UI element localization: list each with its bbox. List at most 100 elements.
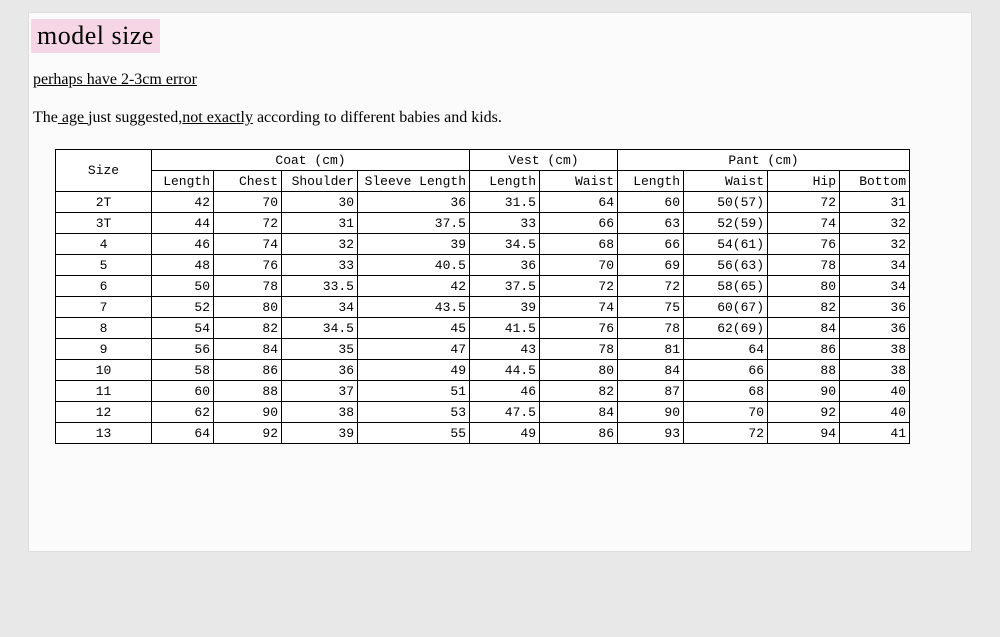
col-group-coat: Coat (cm) [152,150,470,171]
table-row: 8548234.54541.5767862(69)8436 [56,318,910,339]
cell-value: 45 [358,318,470,339]
table-header-row-groups: Size Coat (cm) Vest (cm) Pant (cm) [56,150,910,171]
col-group-vest: Vest (cm) [470,150,618,171]
size-table: Size Coat (cm) Vest (cm) Pant (cm) Lengt… [55,149,910,444]
cell-value: 54 [152,318,214,339]
cell-value: 36 [358,192,470,213]
page-title: model size [31,19,160,53]
cell-value: 70 [684,402,768,423]
document-page: model size perhaps have 2-3cm error The … [28,12,972,552]
cell-value: 39 [358,234,470,255]
cell-value: 36 [840,297,910,318]
cell-value: 32 [840,234,910,255]
cell-value: 88 [768,360,840,381]
cell-value: 44.5 [470,360,540,381]
cell-value: 48 [152,255,214,276]
cell-value: 62 [152,402,214,423]
col-group-pant: Pant (cm) [618,150,910,171]
cell-value: 36 [470,255,540,276]
cell-value: 84 [214,339,282,360]
cell-value: 40 [840,402,910,423]
cell-value: 86 [214,360,282,381]
cell-value: 86 [768,339,840,360]
cell-value: 90 [618,402,684,423]
cell-value: 74 [540,297,618,318]
cell-value: 64 [152,423,214,444]
cell-value: 68 [540,234,618,255]
cell-value: 75 [618,297,684,318]
cell-value: 31 [840,192,910,213]
col-size: Size [56,150,152,192]
cell-value: 49 [470,423,540,444]
cell-value: 47.5 [470,402,540,423]
cell-value: 66 [540,213,618,234]
cell-value: 92 [214,423,282,444]
cell-value: 78 [214,276,282,297]
cell-value: 32 [840,213,910,234]
cell-value: 68 [684,381,768,402]
cell-value: 31 [282,213,358,234]
cell-value: 51 [358,381,470,402]
cell-value: 34 [840,276,910,297]
cell-value: 80 [214,297,282,318]
cell-value: 60 [152,381,214,402]
cell-value: 54(61) [684,234,768,255]
cell-value: 33.5 [282,276,358,297]
note-age-part: The [33,109,58,126]
note-age-part: just suggested, [88,109,182,126]
cell-value: 60 [618,192,684,213]
cell-value: 80 [540,360,618,381]
cell-value: 33 [470,213,540,234]
cell-value: 90 [214,402,282,423]
cell-value: 37.5 [358,213,470,234]
cell-value: 69 [618,255,684,276]
cell-value: 78 [540,339,618,360]
cell-value: 34 [282,297,358,318]
cell-value: 64 [540,192,618,213]
cell-value: 78 [618,318,684,339]
cell-value: 56(63) [684,255,768,276]
cell-value: 66 [618,234,684,255]
cell-value: 70 [540,255,618,276]
cell-value: 80 [768,276,840,297]
cell-value: 78 [768,255,840,276]
cell-value: 41.5 [470,318,540,339]
cell-value: 37.5 [470,276,540,297]
table-row: 956843547437881648638 [56,339,910,360]
table-row: 44674323934.5686654(61)7632 [56,234,910,255]
cell-value: 84 [768,318,840,339]
cell-value: 66 [684,360,768,381]
cell-value: 35 [282,339,358,360]
cell-size: 9 [56,339,152,360]
cell-value: 62(69) [684,318,768,339]
col-pant-length: Length [618,171,684,192]
cell-value: 84 [618,360,684,381]
table-row: 105886364944.58084668838 [56,360,910,381]
cell-size: 13 [56,423,152,444]
cell-value: 58(65) [684,276,768,297]
table-row: 6507833.54237.5727258(65)8034 [56,276,910,297]
cell-value: 76 [768,234,840,255]
cell-value: 36 [840,318,910,339]
cell-value: 46 [470,381,540,402]
note-error: perhaps have 2-3cm error [33,71,971,89]
cell-value: 30 [282,192,358,213]
cell-value: 72 [540,276,618,297]
cell-value: 33 [282,255,358,276]
note-age-underline: not exactly [182,109,253,126]
cell-value: 37 [282,381,358,402]
cell-value: 86 [540,423,618,444]
cell-value: 44 [152,213,214,234]
cell-value: 32 [282,234,358,255]
col-vest-waist: Waist [540,171,618,192]
cell-value: 72 [618,276,684,297]
cell-value: 43.5 [358,297,470,318]
table-row: 1364923955498693729441 [56,423,910,444]
col-coat-sleeve: Sleeve Length [358,171,470,192]
cell-size: 4 [56,234,152,255]
cell-value: 55 [358,423,470,444]
cell-value: 49 [358,360,470,381]
cell-value: 74 [768,213,840,234]
cell-value: 76 [214,255,282,276]
cell-value: 76 [540,318,618,339]
